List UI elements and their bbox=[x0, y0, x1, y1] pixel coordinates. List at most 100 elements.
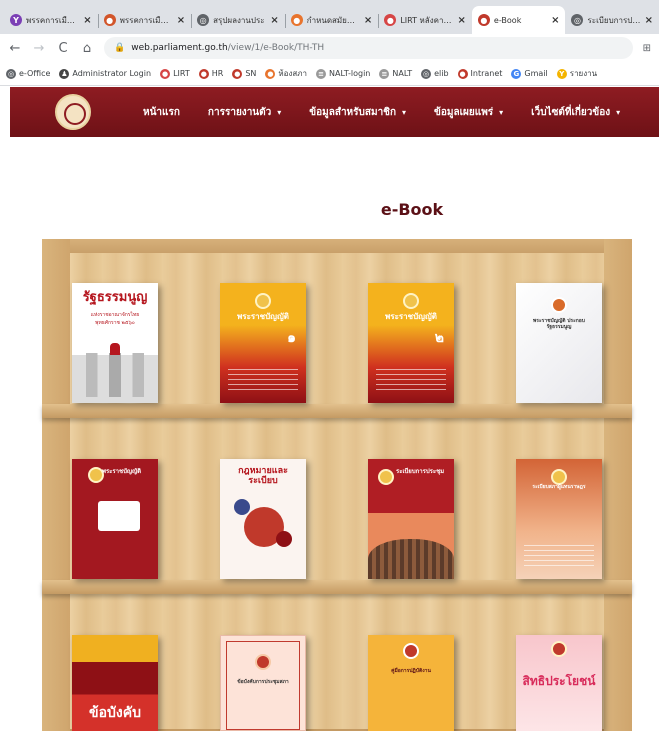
bookmark-icon: G bbox=[511, 68, 522, 79]
favicon-icon: ◎ bbox=[197, 14, 210, 26]
close-tab-icon[interactable]: × bbox=[83, 15, 91, 26]
menu-item-label: การรายงานตัว bbox=[207, 106, 272, 118]
bookmark-label: Administrator Login bbox=[72, 69, 152, 78]
address-bar[interactable]: 🔒 web.parliament.go.th/view/1/e-Book/TH-… bbox=[104, 37, 633, 59]
ebook-act-red[interactable]: พระราชบัญญัติ bbox=[72, 459, 158, 579]
browser-tab[interactable]: ● พรรคการเมืองผู้ × bbox=[97, 6, 192, 34]
ebook-house-regulations[interactable]: ระเบียบสภาผู้แทนราษฎร bbox=[516, 459, 602, 579]
back-button[interactable]: ← bbox=[8, 41, 22, 56]
ebook-volume: ๑ bbox=[287, 330, 296, 346]
ebook-meeting-procedure[interactable]: ข้อบังคับการประชุมสภา bbox=[220, 635, 306, 731]
ebook-subtitle: แห่งราชอาณาจักรไทย พุทธศักราช ๒๕๖๐ bbox=[90, 312, 140, 326]
ebook-act-2[interactable]: พระราชบัญญัติ ๒ bbox=[368, 283, 454, 403]
card-illustration bbox=[98, 501, 140, 531]
bookmark-item[interactable]: ≡ NALT-login bbox=[316, 68, 370, 79]
bookmark-icon: ● bbox=[198, 68, 209, 79]
bookmark-label: LIRT bbox=[173, 69, 190, 78]
ebook-act-1[interactable]: พระราชบัญญัติ ๑ bbox=[220, 283, 306, 403]
bookmark-label: Intranet bbox=[470, 69, 503, 78]
diagram-circle bbox=[234, 499, 250, 515]
bookmark-icon: ◎ bbox=[421, 68, 432, 79]
bookmark-icon: ◎ bbox=[6, 68, 16, 79]
ebook-title: พระราชบัญญัติ bbox=[237, 312, 289, 321]
forward-button[interactable]: → bbox=[32, 41, 46, 56]
close-tab-icon[interactable]: × bbox=[645, 15, 653, 26]
bookmark-label: Gmail bbox=[524, 69, 548, 78]
ebook-title: พระราชบัญญัติ bbox=[385, 312, 437, 321]
shelf-top-board bbox=[42, 239, 632, 253]
menu-item[interactable]: การรายงานตัว ▾ bbox=[194, 105, 295, 120]
bookmark-item[interactable]: ● HR bbox=[198, 68, 223, 79]
close-tab-icon[interactable]: × bbox=[270, 15, 278, 26]
lock-icon: 🔒 bbox=[114, 43, 126, 53]
menu-item-label: หน้าแรก bbox=[143, 106, 180, 118]
emblem-icon bbox=[551, 297, 567, 313]
close-tab-icon[interactable]: × bbox=[458, 15, 466, 26]
reload-button[interactable]: C bbox=[56, 41, 70, 56]
browser-tab[interactable]: ◎ ระเบียบการประ × bbox=[565, 6, 659, 34]
site-navbar: หน้าแรก การรายงานตัว ▾ ข้อมูลสำหรับสมาชิก ▾ ข… bbox=[10, 87, 659, 137]
bookmarks-bar: ◎ e-Office ♟ Administrator Login ● LIRT ● HR ● SN… bbox=[0, 62, 659, 86]
browser-tab[interactable]: ● e-Book × bbox=[471, 6, 566, 34]
close-tab-icon[interactable]: × bbox=[177, 15, 185, 26]
parliament-logo-icon[interactable] bbox=[55, 94, 91, 130]
monument-illustration bbox=[86, 343, 144, 397]
bookmark-label: NALT bbox=[392, 69, 413, 78]
bookmark-item[interactable]: ● ห้องสภา bbox=[265, 67, 307, 80]
bookmark-label: elib bbox=[434, 69, 449, 78]
bookmark-item[interactable]: ● Intranet bbox=[457, 68, 503, 79]
ebook-handbook[interactable]: คู่มือการปฏิบัติงาน bbox=[368, 635, 454, 731]
diagram-circle bbox=[276, 531, 292, 547]
translate-icon[interactable]: ⊞ bbox=[643, 43, 651, 54]
tab-title: LIRT หลังคาทอ bbox=[400, 15, 454, 25]
bookmark-item[interactable]: ● LIRT bbox=[160, 68, 190, 79]
ebook-organic-act[interactable]: พระราชบัญญัติ ประกอบรัฐธรรมนูญ bbox=[516, 283, 602, 403]
chevron-down-icon: ▾ bbox=[277, 107, 282, 117]
ebook-text-lines bbox=[376, 369, 446, 391]
menu-item[interactable]: ข้อมูลเผยแพร่ ▾ bbox=[420, 105, 517, 120]
bookmark-item[interactable]: ♟ Administrator Login bbox=[59, 68, 152, 79]
bookmark-label: ห้องสภา bbox=[278, 69, 308, 78]
ebook-benefits[interactable]: สิทธิประโยชน์ bbox=[516, 635, 602, 731]
bookmark-item[interactable]: ● SN bbox=[232, 68, 256, 79]
bookmark-item[interactable]: G Gmail bbox=[511, 68, 548, 79]
emblem-icon bbox=[551, 641, 567, 657]
ebook-meeting-rules[interactable]: ระเบียบการประชุม bbox=[368, 459, 454, 579]
browser-tab[interactable]: ● LIRT หลังคาทอ × bbox=[378, 6, 472, 34]
bookmark-item[interactable]: ≡ NALT bbox=[379, 68, 413, 79]
close-tab-icon[interactable]: × bbox=[364, 15, 372, 26]
ebook-laws-regulations[interactable]: กฎหมายและระเบียบ bbox=[220, 459, 306, 579]
menu-item[interactable]: หน้าแรก bbox=[129, 105, 194, 120]
shelf-right-side bbox=[604, 239, 632, 731]
ebook-constitution[interactable]: รัฐธรรมนูญ แห่งราชอาณาจักรไทย พุทธศักราช… bbox=[72, 283, 158, 403]
menu-item-label: เว็บไซต์ที่เกี่ยวข้อง bbox=[531, 106, 611, 118]
ebook-title: ระเบียบสภาผู้แทนราษฎร bbox=[532, 484, 586, 490]
bookmark-item[interactable]: ◎ e-Office bbox=[6, 68, 50, 79]
menu-item[interactable]: เว็บไซต์ที่เกี่ยวข้อง ▾ bbox=[517, 105, 634, 120]
close-tab-icon[interactable]: × bbox=[551, 15, 559, 26]
menu-item[interactable]: ข้อมูลสำหรับสมาชิก ▾ bbox=[295, 105, 420, 120]
ebook-rules-of-procedure[interactable]: ข้อบังคับ bbox=[72, 635, 158, 731]
bookmark-item[interactable]: ◎ elib bbox=[421, 68, 449, 79]
favicon-icon: Y bbox=[10, 14, 22, 26]
emblem-icon bbox=[255, 654, 271, 670]
bookmark-item[interactable]: Y รายงาน bbox=[556, 67, 597, 80]
ebook-title: ระเบียบการประชุม bbox=[396, 468, 445, 475]
chevron-down-icon: ▾ bbox=[616, 107, 621, 117]
bookmark-icon: ≡ bbox=[379, 68, 390, 79]
browser-tab[interactable]: ● กำหนดสมัยประ × bbox=[284, 6, 379, 34]
ebook-title: กฎหมายและระเบียบ bbox=[238, 466, 288, 486]
browser-tab[interactable]: ◎ สรุปผลงานประ × bbox=[191, 6, 285, 34]
main-menu: หน้าแรก การรายงานตัว ▾ ข้อมูลสำหรับสมาชิก ▾ ข… bbox=[129, 105, 634, 120]
tab-title: e-Book bbox=[493, 15, 522, 25]
emblem-icon bbox=[255, 293, 271, 309]
tab-title: กำหนดสมัยประ bbox=[306, 15, 360, 25]
browser-tab[interactable]: Y พรรคการเมืองผู้ × bbox=[4, 6, 98, 34]
tab-title: พรรคการเมืองผู้ bbox=[26, 15, 80, 25]
menu-item-label: ข้อมูลเผยแพร่ bbox=[434, 106, 494, 118]
ebook-text-lines bbox=[228, 369, 298, 391]
home-button[interactable]: ⌂ bbox=[80, 41, 94, 56]
ebook-title: พระราชบัญญัติ bbox=[102, 468, 141, 475]
browser-toolbar: ← → C ⌂ 🔒 web.parliament.go.th/view/1/e-… bbox=[0, 34, 659, 62]
shelf-left-side bbox=[42, 239, 70, 731]
